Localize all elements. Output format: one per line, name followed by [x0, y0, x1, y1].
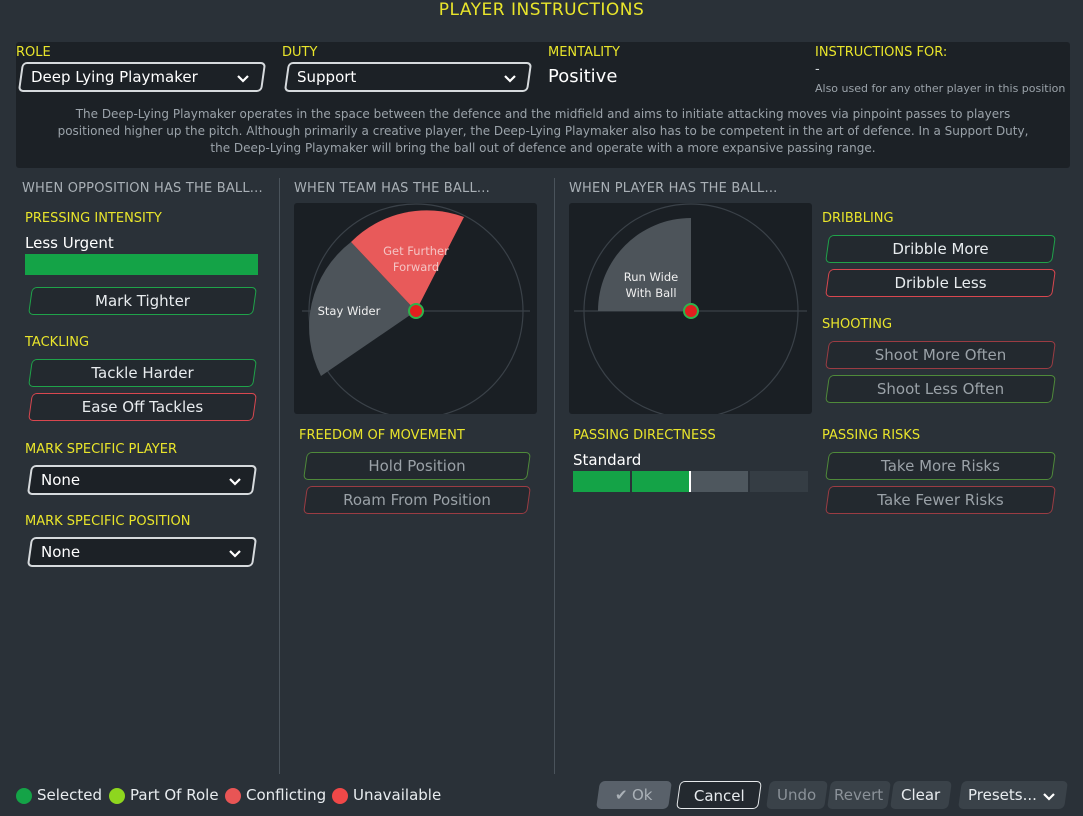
instructions-for-label: INSTRUCTIONS FOR: [815, 45, 948, 60]
dribble-less-label: Dribble Less [894, 274, 987, 292]
pressing-label: PRESSING INTENSITY [25, 211, 162, 226]
legend-selected: Selected [37, 786, 103, 804]
revert-label: Revert [834, 786, 884, 804]
ball-zone-panel: Run Wide With Ball [569, 203, 812, 419]
zone-label: Run Wide [624, 270, 678, 284]
passing-risks-label: PASSING RISKS [822, 428, 921, 443]
undo-label: Undo [777, 786, 817, 804]
chevron-down-icon [1043, 793, 1055, 801]
freedom-label: FREEDOM OF MOVEMENT [299, 428, 465, 443]
shoot-more-label: Shoot More Often [874, 346, 1007, 364]
window-title: PLAYER INSTRUCTIONS [438, 0, 645, 20]
mark-tighter-label: Mark Tighter [95, 292, 190, 310]
pressing-bar[interactable] [25, 254, 258, 275]
passing-directness-slider[interactable] [573, 471, 808, 492]
mark-player-value: None [41, 471, 81, 489]
player-position-marker [408, 303, 424, 319]
unavailable-legend-icon [332, 788, 348, 804]
zone-label: Get Further [383, 244, 449, 258]
mark-position-label: MARK SPECIFIC POSITION [25, 514, 191, 529]
passing-directness-label: PASSING DIRECTNESS [573, 428, 716, 443]
team-heading: WHEN TEAM HAS THE BALL... [294, 181, 490, 196]
legend-part-of-role: Part Of Role [130, 786, 219, 804]
mark-position-value: None [41, 543, 81, 561]
roam-from-position-label: Roam From Position [343, 491, 491, 509]
chevron-down-icon [504, 75, 516, 83]
role-description: The Deep-Lying Playmaker operates in the… [20, 106, 1066, 157]
movement-zone-diagram: Get Further Forward Stay Wider [302, 203, 530, 419]
cancel-label: Cancel [693, 787, 745, 805]
zone-label: Forward [393, 260, 439, 274]
mentality-label: MENTALITY [548, 45, 620, 60]
player-position-marker [683, 303, 699, 319]
slider-segment [691, 471, 748, 492]
opposition-heading: WHEN OPPOSITION HAS THE BALL... [22, 181, 263, 196]
column-divider [554, 178, 555, 774]
description-line: The Deep-Lying Playmaker operates in the… [75, 107, 1011, 121]
shoot-less-label: Shoot Less Often [876, 380, 1005, 398]
tackle-harder-label: Tackle Harder [91, 364, 194, 382]
mentality-value: Positive [548, 66, 618, 87]
revert-button[interactable]: Revert [827, 781, 891, 809]
duty-value: Support [297, 68, 357, 86]
ok-label: Ok [632, 786, 653, 804]
tackling-label: TACKLING [25, 335, 90, 350]
instructions-for-value: - [815, 62, 820, 77]
zone-label: Stay Wider [318, 304, 381, 318]
dribbling-label: DRIBBLING [822, 211, 894, 226]
chevron-down-icon [229, 550, 241, 558]
take-more-risks-label: Take More Risks [881, 457, 1000, 475]
take-fewer-risks-label: Take Fewer Risks [877, 491, 1004, 509]
duty-label: DUTY [282, 45, 318, 60]
ok-button[interactable]: ✔ Ok [596, 781, 672, 809]
slider-handle[interactable] [689, 471, 691, 492]
cancel-button[interactable]: Cancel [676, 781, 762, 809]
column-divider [279, 178, 280, 774]
conflicting-legend-icon [225, 788, 241, 804]
instructions-for-note: Also used for any other player in this p… [815, 82, 1066, 95]
player-heading: WHEN PLAYER HAS THE BALL... [569, 181, 778, 196]
passing-directness-value: Standard [573, 451, 642, 469]
role-label: ROLE [16, 45, 51, 60]
ease-off-tackles-label: Ease Off Tackles [81, 398, 204, 416]
part-of-role-legend-icon [109, 788, 125, 804]
slider-segment [573, 471, 630, 492]
undo-button[interactable]: Undo [766, 781, 828, 809]
ball-zone-diagram: Run Wide With Ball [574, 203, 807, 419]
zone-label: With Ball [625, 286, 676, 300]
slider-segment [632, 471, 689, 492]
selected-legend-icon [16, 788, 32, 804]
movement-zone-panel: Get Further Forward Stay Wider [294, 203, 537, 419]
dribble-more-label: Dribble More [892, 240, 989, 258]
clear-label: Clear [901, 786, 941, 804]
legend-unavailable: Unavailable [353, 786, 442, 804]
description-line: positioned higher up the pitch. Although… [57, 124, 1029, 138]
shooting-label: SHOOTING [822, 317, 893, 332]
check-icon: ✔ [615, 786, 628, 804]
chevron-down-icon [229, 478, 241, 486]
chevron-down-icon [237, 75, 249, 83]
legend-conflicting: Conflicting [246, 786, 327, 804]
hold-position-label: Hold Position [368, 457, 466, 475]
clear-button[interactable]: Clear [890, 781, 952, 809]
role-value: Deep Lying Playmaker [31, 68, 198, 86]
pressing-value: Less Urgent [25, 234, 114, 252]
slider-segment [750, 471, 808, 492]
description-line: the Deep-Lying Playmaker will bring the … [210, 141, 876, 155]
mark-player-label: MARK SPECIFIC PLAYER [25, 442, 177, 457]
presets-label: Presets... [968, 786, 1037, 804]
